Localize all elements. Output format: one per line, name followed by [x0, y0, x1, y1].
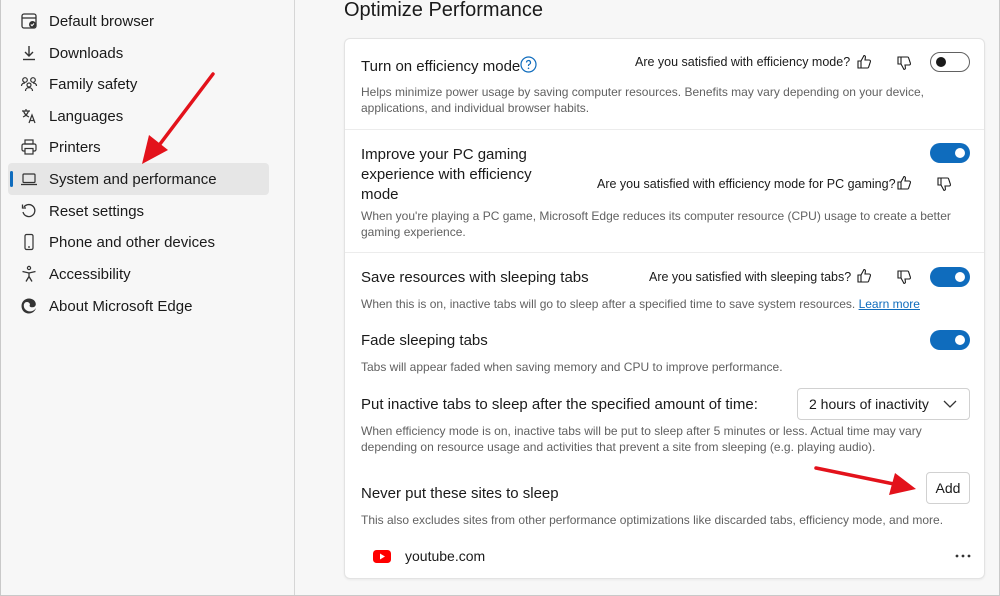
- site-name: youtube.com: [405, 548, 486, 564]
- gaming-feedback-question: Are you satisfied with efficiency mode f…: [597, 177, 896, 191]
- reset-icon: [21, 203, 36, 218]
- toggle-knob: [936, 57, 946, 67]
- sidebar-item-label: Default browser: [49, 12, 155, 30]
- learn-more-link[interactable]: Learn more: [859, 297, 920, 311]
- sidebar-item-label: Accessibility: [49, 265, 131, 283]
- list-item: youtube.com: [345, 539, 984, 573]
- sidebar-item-phone-and-other-devices[interactable]: Phone and other devices: [8, 226, 269, 258]
- inactive-tabs-title: Put inactive tabs to sleep after the spe…: [361, 396, 758, 413]
- sleeping-tabs-description: When this is on, inactive tabs will go t…: [361, 296, 981, 312]
- toggle-knob: [955, 148, 965, 158]
- fade-sleeping-tabs-title: Fade sleeping tabs: [361, 332, 488, 349]
- sidebar-item-label: Printers: [49, 138, 101, 156]
- family-icon: [20, 77, 38, 92]
- efficiency-mode-description: Helps minimize power usage by saving com…: [361, 85, 924, 115]
- efficiency-feedback-question: Are you satisfied with efficiency mode?: [635, 55, 851, 69]
- sidebar-item-accessibility[interactable]: Accessibility: [8, 258, 269, 290]
- fade-sleeping-tabs-toggle[interactable]: [930, 330, 970, 350]
- sleeping-tabs-feedback-question: Are you satisfied with sleeping tabs?: [649, 270, 852, 284]
- gaming-efficiency-toggle[interactable]: [930, 143, 970, 163]
- efficiency-mode-toggle[interactable]: [930, 52, 970, 72]
- thumbs-up-icon[interactable]: [856, 268, 872, 284]
- sidebar-item-system-and-performance[interactable]: System and performance: [8, 163, 269, 195]
- more-options-icon[interactable]: [955, 553, 971, 559]
- sidebar-item-downloads[interactable]: Downloads: [8, 37, 269, 69]
- sidebar-item-label: About Microsoft Edge: [49, 297, 193, 315]
- toggle-knob: [955, 335, 965, 345]
- printer-icon: [21, 139, 37, 155]
- efficiency-mode-title: Turn on efficiency mode: [361, 58, 521, 75]
- accessibility-icon: [22, 265, 36, 282]
- sleeping-tabs-title: Save resources with sleeping tabs: [361, 269, 589, 286]
- never-sleep-title: Never put these sites to sleep: [361, 485, 559, 502]
- sidebar-item-label: Downloads: [49, 44, 124, 62]
- sidebar-item-label: Family safety: [49, 75, 138, 93]
- default-browser-icon: [21, 13, 37, 29]
- thumbs-up-icon[interactable]: [896, 175, 912, 191]
- youtube-icon: [373, 550, 391, 563]
- sleeping-tabs-description-text: When this is on, inactive tabs will go t…: [361, 297, 856, 311]
- download-icon: [23, 46, 35, 61]
- sidebar-item-family-safety[interactable]: Family safety: [8, 68, 269, 100]
- active-indicator: [10, 171, 13, 187]
- thumbs-down-icon[interactable]: [936, 176, 952, 192]
- add-site-button[interactable]: Add: [926, 472, 970, 504]
- thumbs-down-icon[interactable]: [896, 55, 912, 71]
- sidebar-item-default-browser[interactable]: Default browser: [8, 5, 269, 37]
- inactive-tabs-description: When efficiency mode is on, inactive tab…: [361, 424, 922, 454]
- inactivity-timeout-select[interactable]: 2 hours of inactivity: [797, 388, 970, 420]
- never-sleep-description: This also excludes sites from other perf…: [361, 513, 944, 527]
- sidebar-item-label: Reset settings: [49, 202, 145, 220]
- laptop-icon: [21, 173, 37, 186]
- sidebar-item-reset-settings[interactable]: Reset settings: [8, 195, 269, 227]
- sleeping-tabs-toggle[interactable]: [930, 267, 970, 287]
- performance-settings-card: Turn on efficiency mode Are you satisfie…: [344, 38, 985, 579]
- gaming-title: Improve your PC gaming experience with e…: [361, 146, 532, 203]
- sidebar-item-label: Phone and other devices: [49, 233, 215, 251]
- thumbs-down-icon[interactable]: [896, 269, 912, 285]
- inactivity-timeout-value: 2 hours of inactivity: [809, 396, 929, 412]
- phone-icon: [24, 233, 34, 251]
- sidebar-item-label: Languages: [49, 107, 124, 125]
- thumbs-up-icon[interactable]: [856, 54, 872, 70]
- help-icon[interactable]: [520, 56, 537, 73]
- page-title: Optimize Performance: [344, 0, 543, 21]
- sidebar-item-languages[interactable]: Languages: [8, 100, 269, 132]
- fade-description: Tabs will appear faded when saving memor…: [361, 360, 783, 374]
- toggle-knob: [955, 272, 965, 282]
- divider: [345, 252, 984, 253]
- chevron-down-icon: [943, 400, 957, 408]
- divider: [345, 129, 984, 130]
- sidebar-item-printers[interactable]: Printers: [8, 131, 269, 163]
- languages-icon: [22, 109, 36, 124]
- settings-sidebar: Default browser Downloads Family safety …: [0, 0, 295, 596]
- edge-logo-icon: [21, 298, 36, 314]
- sidebar-item-about-microsoft-edge[interactable]: About Microsoft Edge: [8, 290, 269, 322]
- gaming-description: When you're playing a PC game, Microsoft…: [361, 209, 951, 239]
- sidebar-item-label: System and performance: [49, 170, 217, 188]
